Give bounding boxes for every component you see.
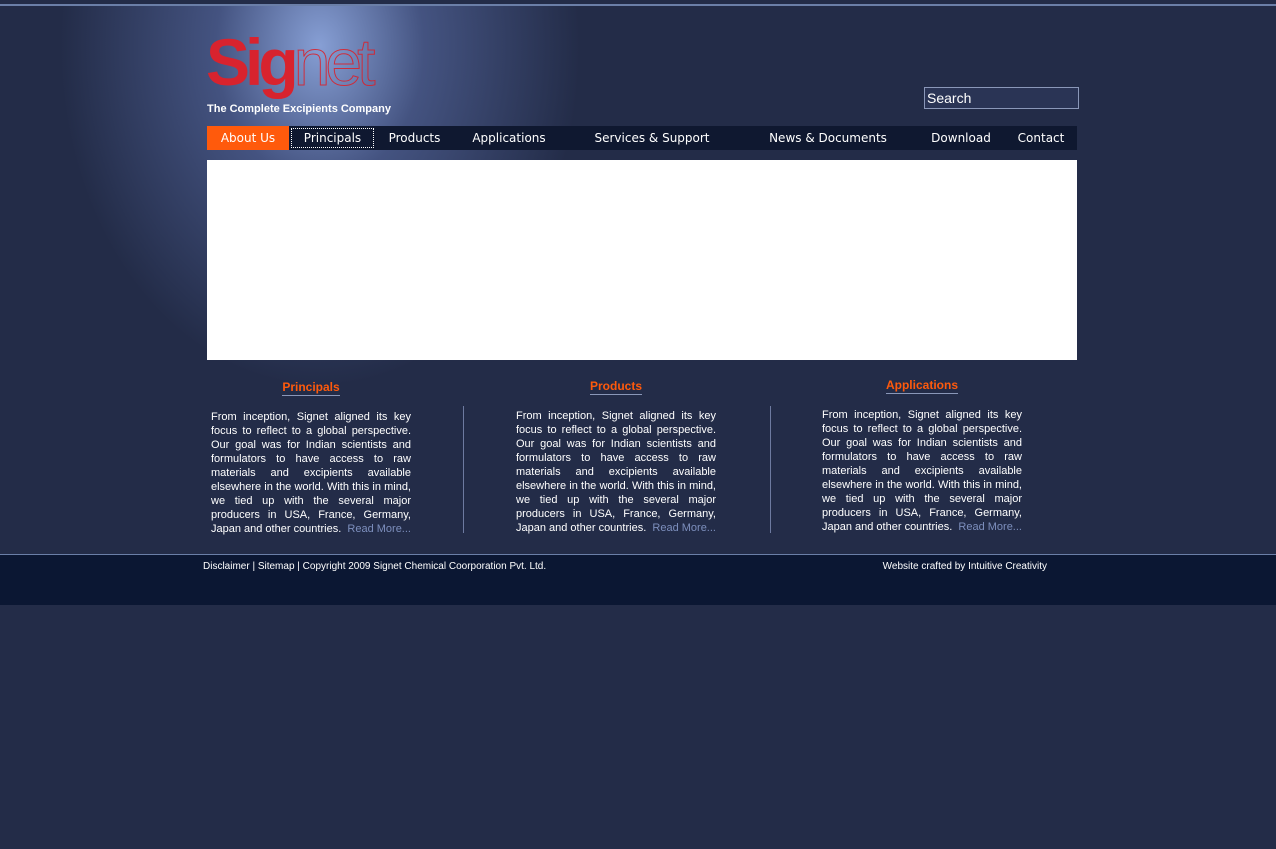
column-divider — [770, 406, 771, 533]
nav-products[interactable]: Products — [376, 126, 453, 150]
nav-services-support[interactable]: Services & Support — [565, 126, 739, 150]
signet-logo[interactable]: Signet — [206, 22, 376, 102]
nav-about-us[interactable]: About Us — [207, 126, 289, 150]
nav-applications[interactable]: Applications — [453, 126, 565, 150]
search-input[interactable] — [924, 87, 1079, 109]
column-divider — [463, 406, 464, 533]
read-more-link[interactable]: Read More... — [347, 523, 411, 535]
column-principals: Principals From inception, Signet aligne… — [211, 380, 411, 536]
nav-contact[interactable]: Contact — [1005, 126, 1077, 150]
footer-separator: | — [249, 561, 258, 572]
column-text: From inception, Signet aligned its key f… — [211, 410, 411, 536]
column-body: From inception, Signet aligned its key f… — [516, 410, 716, 534]
column-text: From inception, Signet aligned its key f… — [822, 408, 1022, 534]
footer-links: Disclaimer | Sitemap | Copyright 2009 Si… — [203, 561, 546, 572]
read-more-link[interactable]: Read More... — [652, 522, 716, 534]
logo-text-sig: Sig — [206, 25, 299, 99]
column-applications: Applications From inception, Signet alig… — [822, 378, 1022, 534]
column-body: From inception, Signet aligned its key f… — [211, 411, 411, 535]
nav-news-documents[interactable]: News & Documents — [739, 126, 917, 150]
column-title[interactable]: Products — [589, 379, 642, 395]
logo-text-net: net — [293, 25, 376, 100]
copyright-text: Copyright 2009 Signet Chemical Coorporat… — [302, 561, 547, 572]
footer-separator: | — [294, 561, 303, 572]
disclaimer-link[interactable]: Disclaimer — [203, 561, 250, 572]
banner-area — [207, 160, 1077, 360]
column-products: Products From inception, Signet aligned … — [516, 379, 716, 535]
column-title[interactable]: Principals — [282, 380, 340, 396]
nav-download[interactable]: Download — [917, 126, 1005, 150]
column-title[interactable]: Applications — [885, 378, 958, 394]
column-text: From inception, Signet aligned its key f… — [516, 409, 716, 535]
column-body: From inception, Signet aligned its key f… — [822, 409, 1022, 533]
footer: Disclaimer | Sitemap | Copyright 2009 Si… — [0, 555, 1276, 605]
nav-principals[interactable]: Principals — [289, 126, 376, 150]
sitemap-link[interactable]: Sitemap — [258, 561, 295, 572]
tagline: The Complete Excipients Company — [207, 103, 391, 115]
read-more-link[interactable]: Read More... — [958, 521, 1022, 533]
credit-text[interactable]: Website crafted by Intuitive Creativity — [883, 561, 1047, 572]
main-navigation: About Us Principals Products Application… — [207, 126, 1077, 150]
